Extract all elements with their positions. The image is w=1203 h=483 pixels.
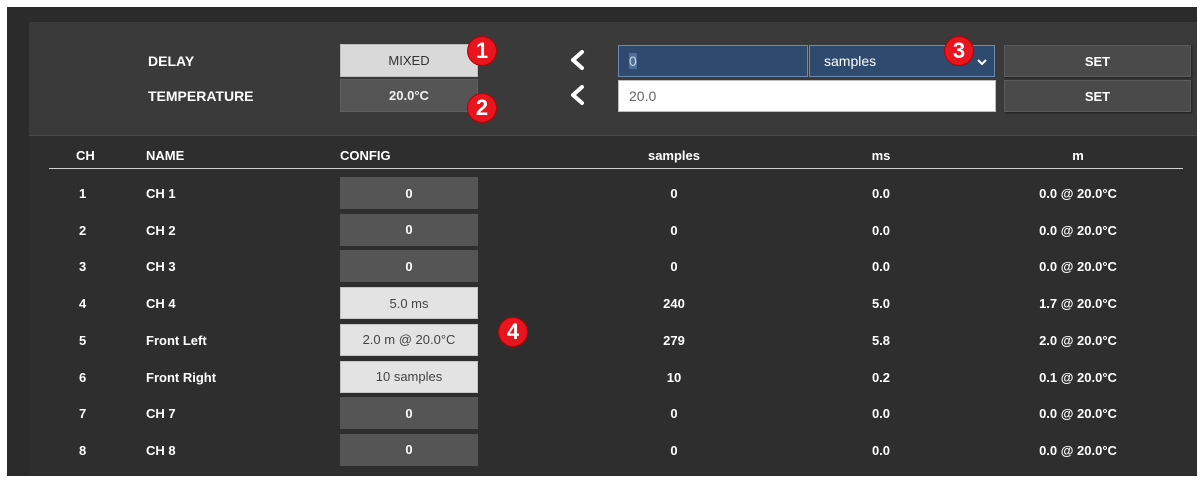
temperature-button[interactable]: 20.0°C bbox=[340, 79, 478, 112]
header-ms: ms bbox=[871, 148, 891, 163]
chevron-down-icon bbox=[976, 55, 988, 67]
cell-ms: 5.0 bbox=[871, 296, 891, 312]
cell-ch: 6 bbox=[79, 369, 87, 385]
cell-m: 0.0 @ 20.0°C bbox=[1039, 259, 1117, 275]
config-button[interactable]: 0 bbox=[340, 433, 478, 466]
config-button[interactable]: 0 bbox=[340, 397, 478, 430]
channel-table: CH NAME CONFIG samples ms m 1 CH 1 0 0 0.0 0.… bbox=[29, 135, 1197, 475]
cell-samples: 0 bbox=[670, 442, 678, 458]
cell-m: 0.0 @ 20.0°C bbox=[1039, 406, 1117, 422]
delay-value-input[interactable]: 0 bbox=[618, 45, 808, 77]
cell-ms: 0.0 bbox=[871, 186, 891, 201]
header-config: CONFIG bbox=[340, 148, 391, 163]
header-ch: CH bbox=[76, 148, 95, 163]
temperature-input-text: 20.0 bbox=[629, 88, 657, 104]
callout-badge-3: 3 bbox=[945, 37, 973, 65]
cell-samples: 10 bbox=[666, 369, 682, 385]
cell-name: CH 8 bbox=[146, 442, 176, 458]
cell-m: 0.0 @ 20.0°C bbox=[1039, 442, 1117, 458]
cell-name: CH 7 bbox=[146, 406, 176, 422]
temperature-input[interactable]: 20.0 bbox=[618, 80, 996, 112]
cell-ms: 0.2 bbox=[871, 369, 891, 385]
cell-name: CH 3 bbox=[146, 259, 176, 275]
cell-m: 0.0 @ 20.0°C bbox=[1039, 222, 1117, 238]
table-row: 3 CH 3 0 0 0.0 0.0 @ 20.0°C bbox=[29, 249, 1197, 286]
header-m: m bbox=[1072, 148, 1084, 163]
chevron-left-icon[interactable] bbox=[567, 84, 589, 106]
temperature-set-button[interactable]: SET bbox=[1004, 80, 1191, 112]
config-button[interactable]: 10 samples bbox=[340, 360, 478, 393]
config-button[interactable]: 0 bbox=[340, 250, 478, 283]
cell-samples: 0 bbox=[670, 222, 678, 238]
cell-name: CH 2 bbox=[146, 222, 176, 238]
cell-ch: 7 bbox=[79, 406, 87, 422]
table-row: 5 Front Left 2.0 m @ 20.0°C 279 5.8 2.0 @ 20.… bbox=[29, 323, 1197, 360]
config-button[interactable]: 5.0 ms bbox=[340, 287, 478, 320]
chevron-left-icon[interactable] bbox=[567, 49, 589, 71]
cell-samples: 0 bbox=[670, 406, 678, 422]
global-settings-panel: DELAY MIXED 0 samples SET TEMPERATURE 20… bbox=[29, 22, 1197, 135]
delay-unit-text: samples bbox=[824, 53, 877, 69]
cell-m: 0.1 @ 20.0°C bbox=[1039, 369, 1117, 385]
table-row: 2 CH 2 0 0 0.0 0.0 @ 20.0°C bbox=[29, 213, 1197, 250]
delay-mode-button[interactable]: MIXED bbox=[340, 44, 478, 77]
cell-name: CH 1 bbox=[146, 186, 176, 201]
delay-label: DELAY bbox=[148, 53, 195, 69]
cell-ms: 0.0 bbox=[871, 406, 891, 422]
cell-name: Front Left bbox=[146, 332, 207, 348]
cell-ms: 0.0 bbox=[871, 442, 891, 458]
cell-ms: 0.0 bbox=[871, 222, 891, 238]
table-row: 8 CH 8 0 0 0.0 0.0 @ 20.0°C bbox=[29, 433, 1197, 470]
header-name: NAME bbox=[146, 148, 185, 163]
table-row: 4 CH 4 5.0 ms 240 5.0 1.7 @ 20.0°C bbox=[29, 286, 1197, 323]
cell-name: CH 4 bbox=[146, 296, 176, 312]
callout-badge-1: 1 bbox=[468, 37, 496, 65]
cell-samples: 240 bbox=[663, 296, 685, 312]
cell-name: Front Right bbox=[146, 369, 217, 385]
config-button[interactable]: 0 bbox=[340, 213, 478, 246]
cell-ms: 0.0 bbox=[871, 259, 891, 275]
table-row: 1 CH 1 0 0 0.0 0.0 @ 20.0°C bbox=[29, 176, 1197, 213]
table-row: 7 CH 7 0 0 0.0 0.0 @ 20.0°C bbox=[29, 396, 1197, 433]
cell-ch: 8 bbox=[79, 442, 87, 458]
cell-samples: 279 bbox=[663, 332, 685, 348]
config-button[interactable]: 2.0 m @ 20.0°C bbox=[340, 323, 478, 356]
cell-ch: 4 bbox=[79, 296, 87, 312]
header-divider bbox=[49, 168, 1183, 169]
cell-ch: 5 bbox=[79, 332, 87, 348]
header-samples: samples bbox=[647, 148, 701, 163]
cell-samples: 0 bbox=[670, 186, 678, 201]
cell-m: 2.0 @ 20.0°C bbox=[1039, 332, 1117, 348]
callout-badge-2: 2 bbox=[468, 94, 496, 122]
cell-ch: 1 bbox=[79, 186, 87, 201]
config-button[interactable]: 0 bbox=[340, 177, 478, 209]
table-row: 6 Front Right 10 samples 10 0.2 0.1 @ 20.0°C bbox=[29, 360, 1197, 397]
delay-set-button[interactable]: SET bbox=[1004, 45, 1191, 77]
cell-samples: 0 bbox=[670, 259, 678, 275]
app-window: DELAY MIXED 0 samples SET TEMPERATURE 20… bbox=[7, 7, 1197, 476]
temperature-label: TEMPERATURE bbox=[148, 88, 254, 104]
callout-badge-4: 4 bbox=[499, 318, 527, 346]
delay-value-text: 0 bbox=[629, 53, 637, 69]
cell-ch: 3 bbox=[79, 259, 87, 275]
cell-ms: 5.8 bbox=[871, 332, 891, 348]
cell-m: 1.7 @ 20.0°C bbox=[1039, 296, 1117, 312]
cell-m: 0.0 @ 20.0°C bbox=[1039, 186, 1117, 201]
cell-ch: 2 bbox=[79, 222, 87, 238]
